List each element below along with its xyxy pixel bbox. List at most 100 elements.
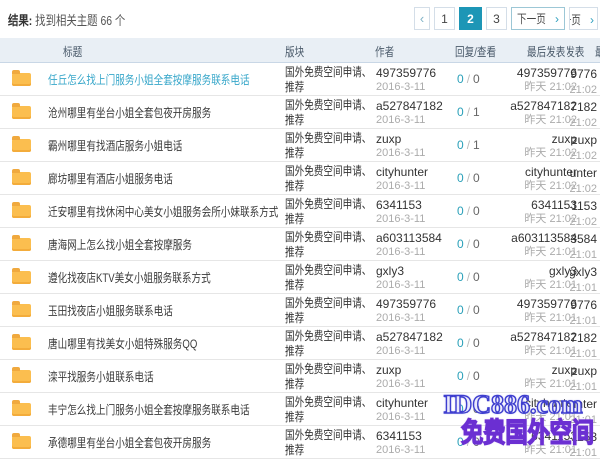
last-poster-link[interactable]: 6341153 bbox=[427, 429, 577, 443]
chevron-right-icon: › bbox=[555, 12, 559, 26]
thread-title-link[interactable]: 玉田找夜店小姐服务联系电话 bbox=[48, 294, 283, 327]
last-post-time-link[interactable]: 昨天 21:01 bbox=[427, 410, 577, 424]
folder-icon bbox=[12, 370, 31, 383]
thread-row: 丰宁怎么找上门服务小姐全套按摩服务联系电话 国外免费空间申请、推荐 cityhu… bbox=[0, 393, 600, 426]
thread-title-link[interactable]: 任丘怎么找上门服务小姐全套按摩服务联系电话 bbox=[48, 63, 283, 96]
thread-title-link[interactable]: 廊坊哪里有酒店小姐服务电话 bbox=[48, 162, 283, 195]
last-post-time-link[interactable]: 昨天 21:02 bbox=[427, 212, 577, 226]
forum-link[interactable]: 国外免费空间申请、推荐 bbox=[285, 362, 375, 392]
column-header-title: 标题 bbox=[63, 43, 87, 60]
last-post-cell: 497359776 昨天 21:02 bbox=[427, 66, 577, 94]
last-post-cell: a527847182 昨天 21:01 bbox=[427, 330, 577, 358]
column-header-forum: 版块 bbox=[285, 43, 309, 60]
clipped-duplicate-cell: 6341153 昨天 21:02 bbox=[570, 195, 600, 228]
last-post-time-link[interactable]: 昨天 21:02 bbox=[427, 179, 577, 193]
last-poster-link[interactable]: cityhunter bbox=[427, 165, 577, 179]
forum-link[interactable]: 国外免费空间申请、推荐 bbox=[285, 65, 375, 95]
thread-row: 迁安哪里有找休闲中心美女小姐服务会所小妹联系方式 国外免费空间申请、推荐 634… bbox=[0, 195, 600, 228]
folder-icon bbox=[12, 403, 31, 416]
folder-icon bbox=[12, 106, 31, 119]
last-post-time-link[interactable]: 昨天 21:01 bbox=[427, 377, 577, 391]
folder-icon bbox=[12, 73, 31, 86]
thread-title-link[interactable]: 唐山哪里有找美女小姐特殊服务QQ bbox=[48, 327, 283, 360]
last-post-cell: 497359776 昨天 21:01 bbox=[427, 297, 577, 325]
folder-icon bbox=[12, 304, 31, 317]
thread-title-link[interactable]: 迁安哪里有找休闲中心美女小姐服务会所小妹联系方式 bbox=[48, 195, 283, 228]
page-button-3[interactable]: 3 bbox=[486, 7, 507, 30]
last-post-time-link[interactable]: 昨天 21:02 bbox=[427, 80, 577, 94]
clipped-duplicate-cell: a527847182 昨天 21:01 bbox=[570, 327, 600, 360]
forum-link[interactable]: 国外免费空间申请、推荐 bbox=[285, 329, 375, 359]
thread-title-link[interactable]: 丰宁怎么找上门服务小姐全套按摩服务联系电话 bbox=[48, 393, 283, 426]
last-poster-link[interactable]: a527847182 bbox=[427, 99, 577, 113]
clipped-duplicate-cell: 6341153 昨天 21:01 bbox=[570, 426, 600, 459]
thread-row: 唐山哪里有找美女小姐特殊服务QQ 国外免费空间申请、推荐 a527847182 … bbox=[0, 327, 600, 360]
thread-title-link[interactable]: 唐海网上怎么找小姐全套按摩服务 bbox=[48, 228, 283, 261]
thread-row: 霸州哪里有找酒店服务小姐电话 国外免费空间申请、推荐 zuxp 2016-3-1… bbox=[0, 129, 600, 162]
folder-icon bbox=[12, 238, 31, 251]
table-header: 标题 版块 作者 回复/查看 最后发表 最后发表 最后发表 bbox=[0, 38, 600, 63]
forum-link[interactable]: 国外免费空间申请、推荐 bbox=[285, 164, 375, 194]
page-button-1[interactable]: 1 bbox=[434, 7, 455, 30]
clipped-duplicate-cell: cityhunter 昨天 21:02 bbox=[570, 162, 600, 195]
last-poster-link[interactable]: zuxp bbox=[427, 132, 577, 146]
last-post-cell: zuxp 昨天 21:01 bbox=[427, 363, 577, 391]
last-post-cell: 6341153 昨天 21:01 bbox=[427, 429, 577, 457]
forum-link[interactable]: 国外免费空间申请、推荐 bbox=[285, 395, 375, 425]
last-poster-link[interactable]: zuxp bbox=[427, 363, 577, 377]
thread-row: 廊坊哪里有酒店小姐服务电话 国外免费空间申请、推荐 cityhunter 201… bbox=[0, 162, 600, 195]
thread-title-link[interactable]: 滦平找服务小姐联系电话 bbox=[48, 360, 283, 393]
thread-title-link[interactable]: 霸州哪里有找酒店服务小姐电话 bbox=[48, 129, 283, 162]
last-poster-link[interactable]: 6341153 bbox=[427, 198, 577, 212]
folder-icon bbox=[12, 172, 31, 185]
forum-link[interactable]: 国外免费空间申请、推荐 bbox=[285, 197, 375, 227]
last-poster-link[interactable]: a603113584 bbox=[427, 231, 577, 245]
clipped-duplicate-cell: a527847182 昨天 21:02 bbox=[570, 96, 600, 129]
last-post-cell: a603113584 昨天 21:01 bbox=[427, 231, 577, 259]
last-post-cell: a527847182 昨天 21:02 bbox=[427, 99, 577, 127]
result-count-text: 找到相关主题 66 个 bbox=[35, 13, 125, 28]
prev-page-button[interactable]: ‹ bbox=[414, 7, 430, 30]
thread-row: 沧州哪里有坐台小姐全套包夜开房服务 国外免费空间申请、推荐 a527847182… bbox=[0, 96, 600, 129]
last-post-time-link[interactable]: 昨天 21:02 bbox=[427, 146, 577, 160]
last-post-time-link[interactable]: 昨天 21:02 bbox=[427, 113, 577, 127]
thread-row: 任丘怎么找上门服务小姐全套按摩服务联系电话 国外免费空间申请、推荐 497359… bbox=[0, 63, 600, 96]
page-button-2-active[interactable]: 2 bbox=[459, 7, 482, 30]
next-page-button-clipped-duplicate[interactable]: 下一页› bbox=[569, 7, 598, 30]
next-page-button[interactable]: 下一页› bbox=[511, 7, 565, 30]
result-label: 结果: bbox=[8, 13, 32, 28]
last-post-time-link[interactable]: 昨天 21:01 bbox=[427, 245, 577, 259]
last-poster-link[interactable]: a527847182 bbox=[427, 330, 577, 344]
last-post-time-link[interactable]: 昨天 21:01 bbox=[427, 278, 577, 292]
thread-title-link[interactable]: 遵化找夜店KTV美女小姐服务联系方式 bbox=[48, 261, 283, 294]
column-header-author: 作者 bbox=[375, 43, 399, 60]
forum-link[interactable]: 国外免费空间申请、推荐 bbox=[285, 263, 375, 293]
last-post-time-link[interactable]: 昨天 21:01 bbox=[427, 344, 577, 358]
forum-link[interactable]: 国外免费空间申请、推荐 bbox=[285, 428, 375, 458]
last-post-cell: cityhunter 昨天 21:02 bbox=[427, 165, 577, 193]
forum-link[interactable]: 国外免费空间申请、推荐 bbox=[285, 131, 375, 161]
column-header-replies-views: 回复/查看 bbox=[455, 43, 506, 60]
results-topbar: 结果: 找到相关主题 66 个 ‹ 1 2 3 下一页› 下一页› bbox=[0, 0, 600, 38]
thread-title-link[interactable]: 承德哪里有坐台小姐全套包夜开房服务 bbox=[48, 426, 283, 459]
last-poster-link[interactable]: 497359776 bbox=[427, 66, 577, 80]
thread-row: 承德哪里有坐台小姐全套包夜开房服务 国外免费空间申请、推荐 6341153 20… bbox=[0, 426, 600, 459]
forum-search-results-page: 结果: 找到相关主题 66 个 ‹ 1 2 3 下一页› 下一页› 标题 版块 … bbox=[0, 0, 600, 461]
thread-row: 遵化找夜店KTV美女小姐服务联系方式 国外免费空间申请、推荐 gxly3 201… bbox=[0, 261, 600, 294]
last-post-time-link[interactable]: 昨天 21:01 bbox=[427, 443, 577, 457]
clipped-duplicate-cell: 497359776 昨天 21:02 bbox=[570, 63, 600, 96]
forum-link[interactable]: 国外免费空间申请、推荐 bbox=[285, 98, 375, 128]
clipped-duplicate-cell: a603113584 昨天 21:01 bbox=[570, 228, 600, 261]
forum-link[interactable]: 国外免费空间申请、推荐 bbox=[285, 230, 375, 260]
folder-icon bbox=[12, 139, 31, 152]
last-poster-link[interactable]: cityhunter bbox=[427, 396, 577, 410]
thread-list: 任丘怎么找上门服务小姐全套按摩服务联系电话 国外免费空间申请、推荐 497359… bbox=[0, 63, 600, 459]
thread-row: 唐海网上怎么找小姐全套按摩服务 国外免费空间申请、推荐 a603113584 2… bbox=[0, 228, 600, 261]
forum-link[interactable]: 国外免费空间申请、推荐 bbox=[285, 296, 375, 326]
last-poster-link[interactable]: gxly3 bbox=[427, 264, 577, 278]
thread-title-link[interactable]: 沧州哪里有坐台小姐全套包夜开房服务 bbox=[48, 96, 283, 129]
folder-icon bbox=[12, 436, 31, 449]
last-post-time-link[interactable]: 昨天 21:01 bbox=[427, 311, 577, 325]
thread-row: 玉田找夜店小姐服务联系电话 国外免费空间申请、推荐 497359776 2016… bbox=[0, 294, 600, 327]
last-poster-link[interactable]: 497359776 bbox=[427, 297, 577, 311]
